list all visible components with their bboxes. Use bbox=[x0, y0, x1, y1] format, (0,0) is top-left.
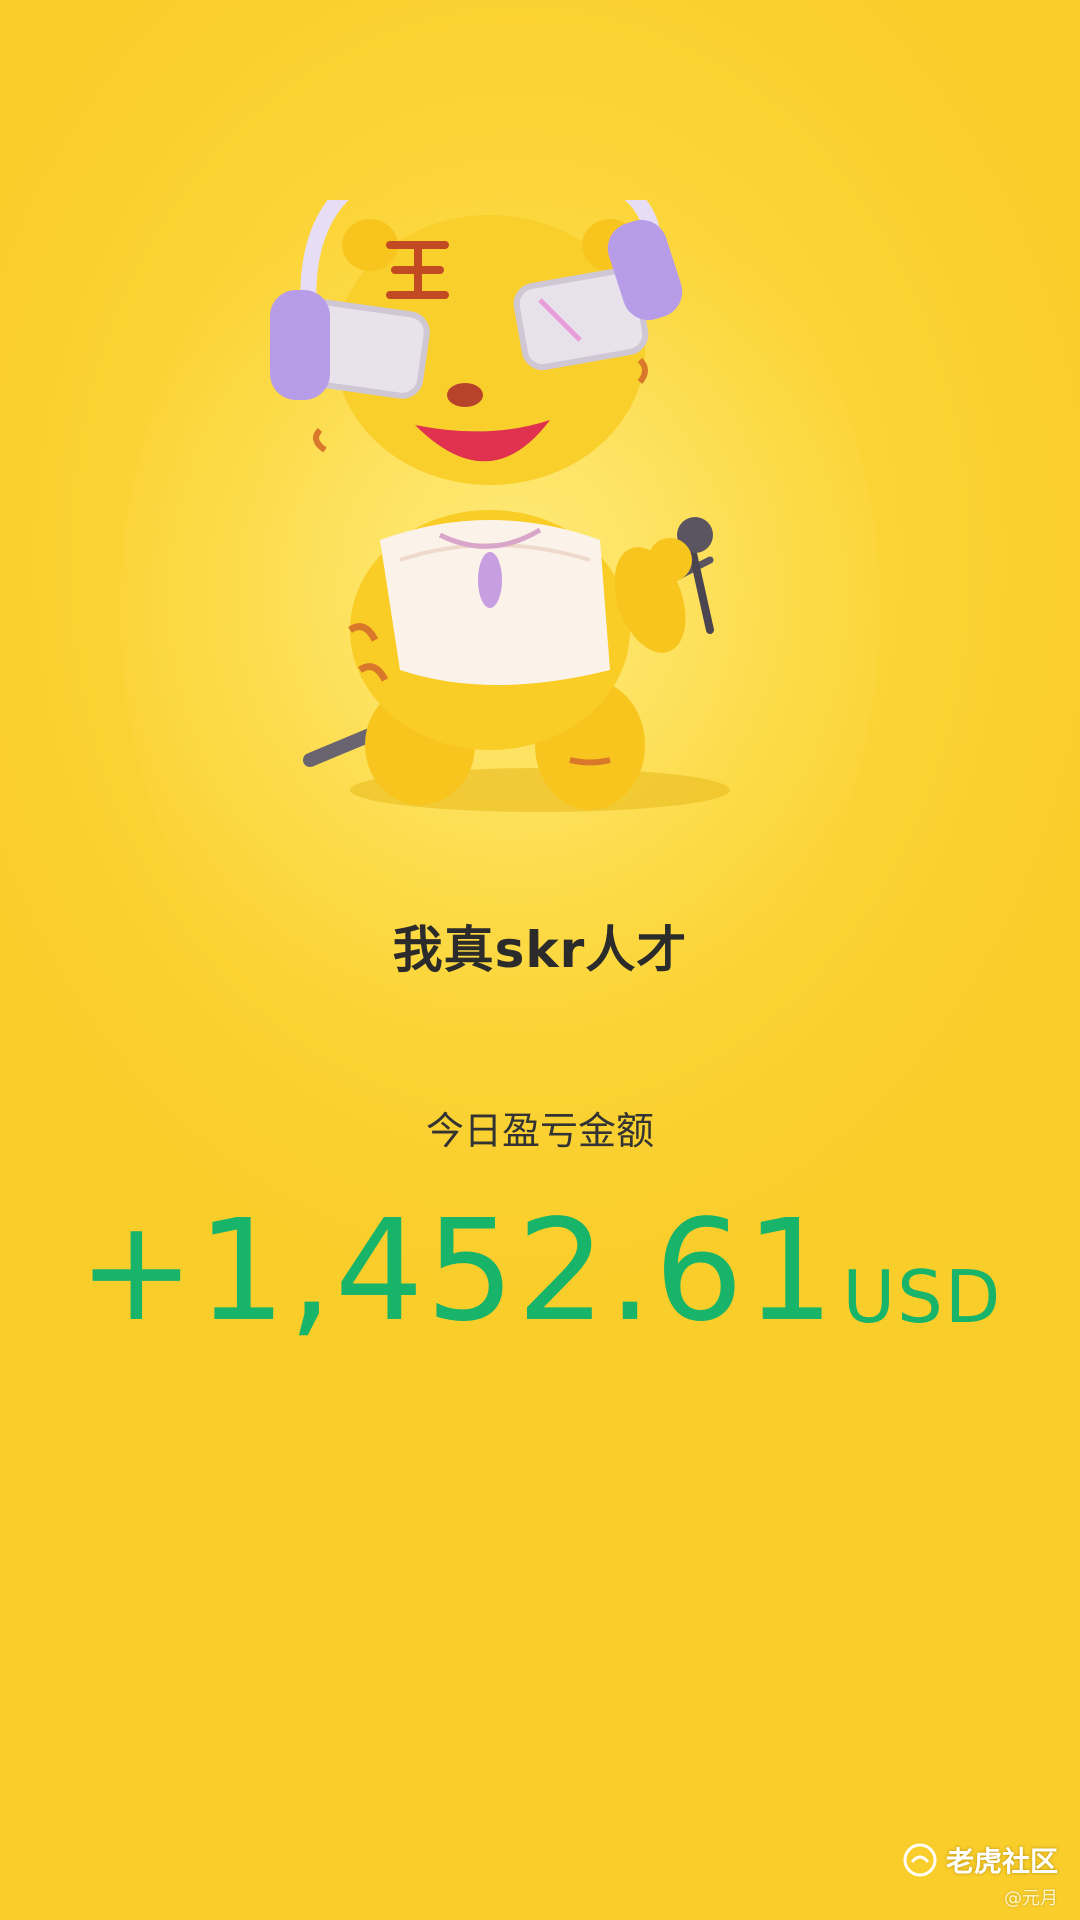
tiger-mascot-singing-icon bbox=[270, 200, 730, 812]
pnl-label: 今日盈亏金额 bbox=[425, 1109, 654, 1153]
watermark-author: @元月 bbox=[1004, 1888, 1058, 1909]
pnl-amount: +1,452.61 bbox=[77, 1190, 837, 1353]
pnl-currency: USD bbox=[842, 1255, 1003, 1339]
watermark-brand: 老虎社区 bbox=[945, 1845, 1058, 1878]
share-card: 我真skr人才 今日盈亏金额 +1,452.61USD 老虎社区 @元月 bbox=[0, 0, 1080, 1920]
watermark: 老虎社区 bbox=[902, 1838, 1058, 1882]
achievement-title: 我真skr人才 bbox=[392, 921, 688, 979]
tiger-community-logo-icon bbox=[903, 1843, 937, 1877]
pnl-amount-row: +1,452.61USD bbox=[0, 1190, 1080, 1353]
